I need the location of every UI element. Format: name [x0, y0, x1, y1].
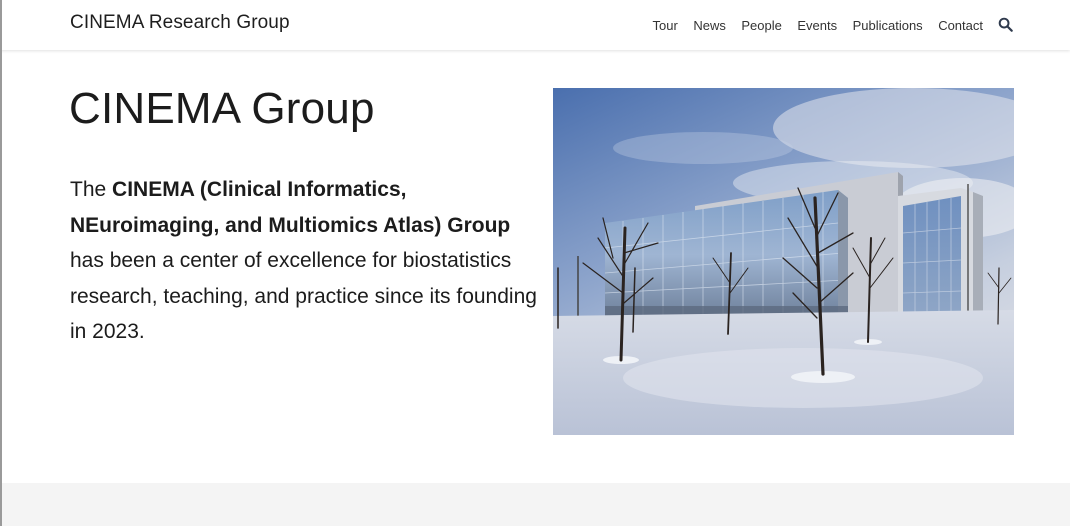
search-icon[interactable]	[998, 17, 1014, 33]
intro-group-name: CINEMA (Clinical Informatics, NEuroimagi…	[70, 178, 511, 237]
nav-item-tour[interactable]: Tour	[653, 18, 678, 33]
nav-item-publications[interactable]: Publications	[853, 18, 923, 33]
site-brand-link[interactable]: CINEMA Research Group	[70, 12, 290, 34]
building-photo	[553, 88, 1014, 435]
main-nav: Tour News People Events Publications Con…	[653, 0, 1014, 50]
page-title: CINEMA Group	[69, 84, 375, 133]
window-left-border	[0, 0, 2, 526]
nav-item-news[interactable]: News	[693, 18, 726, 33]
intro-paragraph: The CINEMA (Clinical Informatics, NEuroi…	[70, 172, 540, 350]
top-navbar: CINEMA Research Group Tour News People E…	[0, 0, 1070, 50]
intro-prefix: The	[70, 178, 113, 201]
footer-band	[0, 483, 1070, 526]
nav-item-people[interactable]: People	[741, 18, 781, 33]
nav-item-events[interactable]: Events	[797, 18, 837, 33]
nav-item-contact[interactable]: Contact	[938, 18, 983, 33]
intro-description: has been a center of excellence for bios…	[70, 249, 537, 343]
